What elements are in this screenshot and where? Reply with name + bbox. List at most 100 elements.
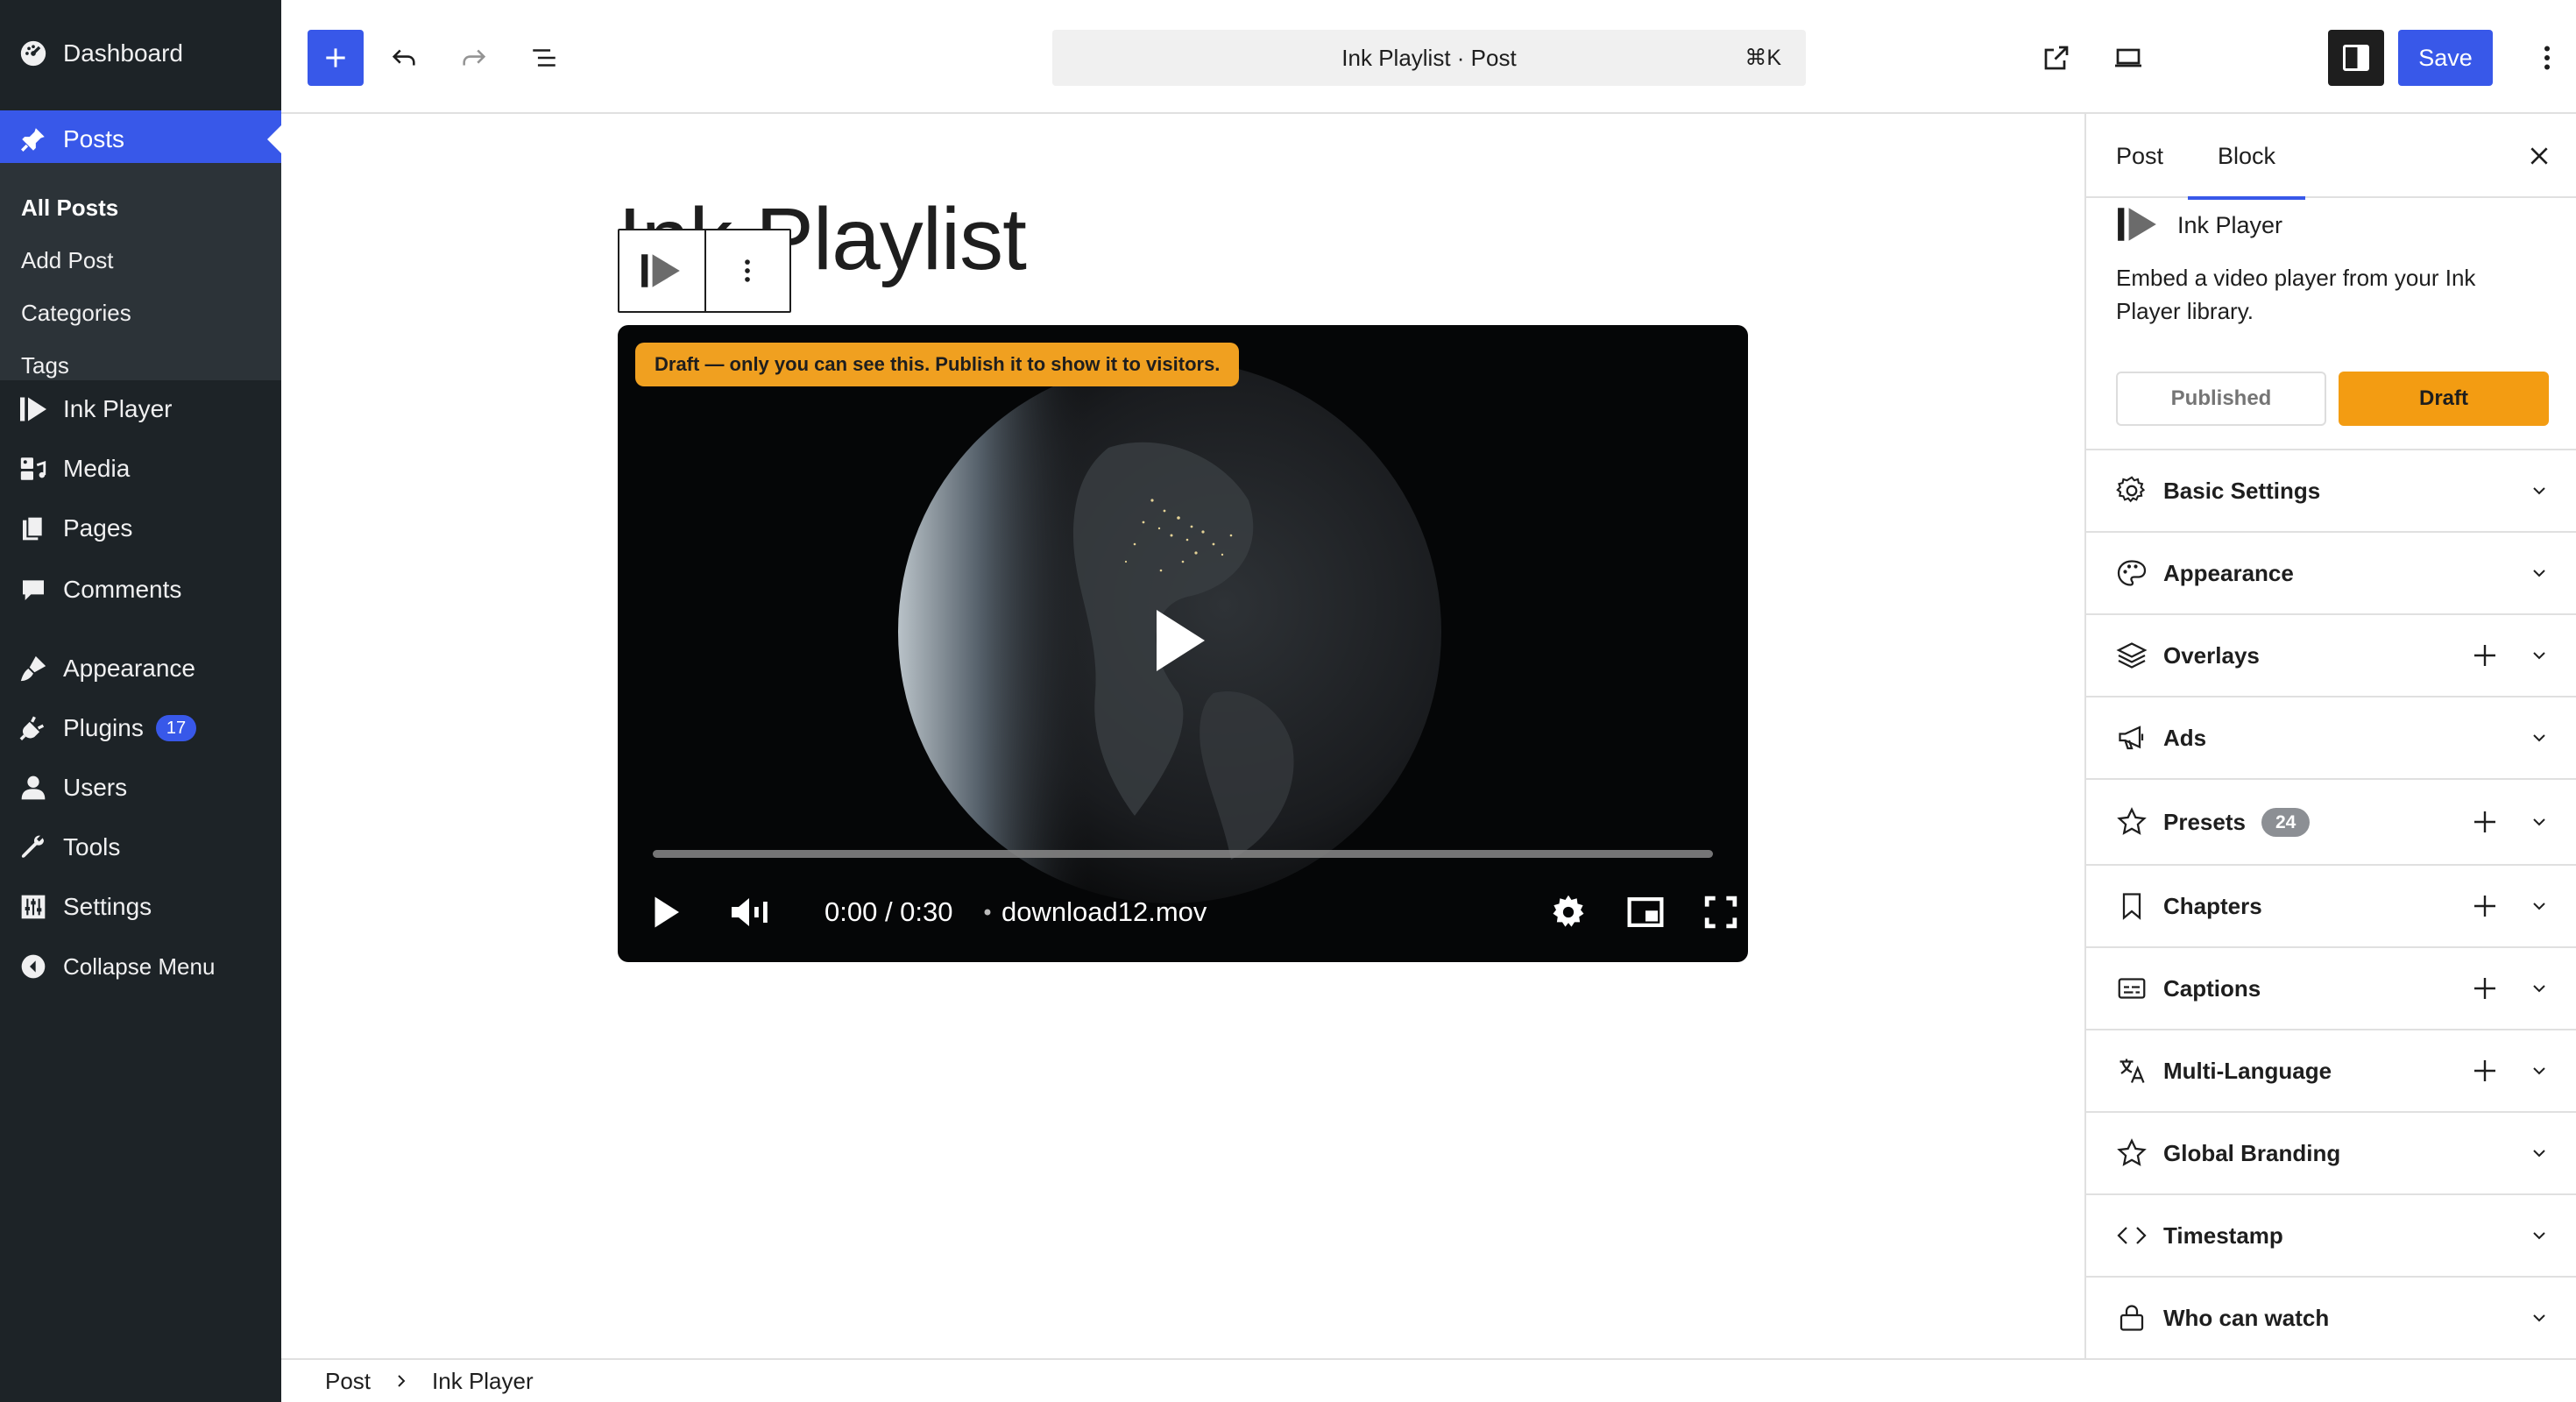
star-icon: [2114, 804, 2149, 839]
add-overlay-button[interactable]: [2467, 638, 2502, 673]
undo-icon: [392, 49, 415, 66]
breadcrumb-ink-player[interactable]: Ink Player: [432, 1368, 534, 1395]
add-caption-button[interactable]: [2467, 971, 2502, 1006]
block-card-description: Embed a video player from your Ink Playe…: [2116, 265, 2476, 324]
device-preview-button[interactable]: [2107, 40, 2149, 75]
gear-icon: [1553, 895, 1584, 927]
user-icon: [16, 770, 51, 805]
chevron-down-icon: [2525, 1057, 2553, 1085]
chevron-down-icon: [2525, 477, 2553, 505]
collapse-menu-button[interactable]: Collapse Menu: [0, 938, 281, 995]
options-menu-button[interactable]: [2531, 40, 2563, 75]
breadcrumb-post[interactable]: Post: [325, 1368, 371, 1395]
command-palette-bar[interactable]: Ink Playlist · Post ⌘K: [1052, 30, 1806, 86]
editor-screen: Dashboard Posts All Posts Add Post Categ…: [0, 0, 2576, 1402]
submenu-tags[interactable]: Tags: [21, 352, 69, 379]
chevron-down-icon: [2525, 1304, 2553, 1332]
block-inserter-button[interactable]: [308, 30, 364, 86]
pip-button[interactable]: [1627, 886, 1664, 938]
editor-canvas: Ink Playlist Draft — only you can see th…: [281, 114, 2084, 1358]
panel-basic-settings[interactable]: Basic Settings: [2086, 449, 2576, 531]
admin-menu-label: Pages: [63, 514, 133, 542]
panel-chapters[interactable]: Chapters: [2086, 864, 2576, 946]
admin-menu-posts[interactable]: Posts: [0, 110, 281, 168]
panel-multi-language[interactable]: Multi-Language: [2086, 1029, 2576, 1111]
admin-menu-pages[interactable]: Pages: [0, 499, 281, 557]
ink-player-icon: [16, 392, 51, 427]
player-settings-button[interactable]: [1550, 886, 1587, 938]
panel-captions[interactable]: Captions: [2086, 946, 2576, 1029]
tab-post[interactable]: Post: [2116, 114, 2163, 198]
admin-menu-plugins[interactable]: Plugins 17: [0, 699, 281, 757]
ink-player-icon: [2118, 208, 2156, 241]
submenu-add-post[interactable]: Add Post: [21, 247, 114, 274]
admin-menu-appearance[interactable]: Appearance: [0, 640, 281, 697]
editor-toolbar: Ink Playlist · Post ⌘K Save: [281, 0, 2576, 114]
status-draft-button[interactable]: Draft: [2339, 372, 2549, 426]
admin-menu-comments[interactable]: Comments: [0, 561, 281, 619]
submenu-all-posts[interactable]: All Posts: [21, 195, 118, 222]
picture-in-picture-icon: [1627, 897, 1664, 927]
admin-menu-label: Comments: [63, 576, 182, 603]
paintbrush-icon: [16, 651, 51, 686]
panel-title-text: Presets: [2163, 808, 2246, 835]
fullscreen-button[interactable]: [1704, 886, 1737, 938]
player-controls: 0:00 / 0:30 download12.mov: [618, 886, 1748, 938]
play-button[interactable]: [653, 886, 679, 938]
undo-button[interactable]: [385, 40, 423, 75]
document-overview-button[interactable]: [525, 40, 563, 75]
panel-title: Global Branding: [2163, 1139, 2341, 1166]
captions-icon: [2114, 971, 2149, 1006]
settings-sidebar-toggle[interactable]: [2328, 30, 2384, 86]
panel-title: Multi-Language: [2163, 1057, 2332, 1084]
status-published-button[interactable]: Published: [2116, 372, 2326, 426]
view-post-button[interactable]: [2037, 40, 2076, 75]
megaphone-icon: [2114, 720, 2149, 755]
add-language-button[interactable]: [2467, 1053, 2502, 1088]
chevron-down-icon: [2525, 974, 2553, 1002]
settings-sidebar: Post Block Ink Player Embed a video play…: [2084, 114, 2576, 1358]
block-type-button[interactable]: [619, 230, 704, 311]
submenu-categories[interactable]: Categories: [21, 300, 131, 327]
admin-menu-media[interactable]: Media: [0, 440, 281, 498]
redo-button[interactable]: [455, 40, 493, 75]
panel-timestamp[interactable]: Timestamp: [2086, 1193, 2576, 1276]
center-play-button[interactable]: [1152, 610, 1205, 671]
add-chapter-button[interactable]: [2467, 889, 2502, 924]
code-icon: [2114, 1218, 2149, 1253]
gear-icon: [2114, 473, 2149, 508]
palette-icon: [2114, 556, 2149, 591]
admin-menu-dashboard[interactable]: Dashboard: [0, 25, 281, 82]
external-link-icon: [2044, 46, 2069, 70]
admin-menu-settings[interactable]: Settings: [0, 878, 281, 936]
volume-button[interactable]: [730, 886, 772, 938]
block-options-button[interactable]: [704, 230, 789, 311]
panel-overlays[interactable]: Overlays: [2086, 613, 2576, 696]
progress-bar[interactable]: [653, 850, 1713, 858]
pages-icon: [16, 511, 51, 546]
close-sidebar-button[interactable]: [2522, 138, 2557, 173]
panel-ads[interactable]: Ads: [2086, 696, 2576, 778]
time-display: 0:00 / 0:30: [824, 896, 953, 927]
add-preset-button[interactable]: [2467, 804, 2502, 839]
admin-menu-label: Dashboard: [63, 39, 183, 67]
wrench-icon: [16, 830, 51, 865]
admin-menu-users[interactable]: Users: [0, 759, 281, 817]
panel-global-branding[interactable]: Global Branding: [2086, 1111, 2576, 1193]
admin-menu-tools[interactable]: Tools: [0, 818, 281, 876]
save-button[interactable]: Save: [2398, 30, 2493, 86]
posts-submenu: All Posts Add Post Categories Tags: [0, 163, 281, 380]
admin-menu-label: Users: [63, 774, 128, 801]
plus-icon: [2474, 811, 2495, 832]
admin-menu-label: Collapse Menu: [63, 952, 216, 980]
panel-presets[interactable]: Presets 24: [2086, 778, 2576, 864]
admin-menu-label: Plugins: [63, 714, 144, 741]
panel-who-can-watch[interactable]: Who can watch: [2086, 1276, 2576, 1358]
play-icon: [1157, 610, 1205, 671]
desktop-icon: [2115, 48, 2141, 67]
ink-player-block[interactable]: Draft — only you can see this. Publish i…: [618, 325, 1748, 962]
panel-appearance[interactable]: Appearance: [2086, 531, 2576, 613]
admin-menu-ink-player[interactable]: Ink Player: [0, 380, 281, 438]
block-card-title: Ink Player: [2177, 212, 2283, 238]
tab-block[interactable]: Block: [2187, 114, 2306, 200]
